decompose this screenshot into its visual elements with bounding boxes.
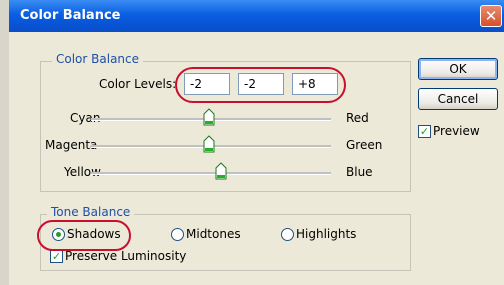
cancel-button[interactable]: Cancel (418, 88, 498, 110)
highlights-label[interactable]: Highlights (296, 227, 356, 241)
dialog-title: Color Balance (20, 8, 121, 23)
yellow-blue-slider-track[interactable] (91, 172, 331, 175)
title-bar: Color Balance ✕ (9, 0, 504, 32)
tone-balance-group-label: Tone Balance (47, 205, 135, 219)
color-levels-label: Color Levels: (99, 77, 177, 91)
midtones-label[interactable]: Midtones (186, 227, 241, 241)
checkmark-icon: ✓ (419, 125, 430, 138)
preserve-luminosity-checkbox[interactable]: ✓ (50, 250, 63, 263)
checkmark-icon: ✓ (51, 250, 62, 263)
color-balance-group-label: Color Balance (52, 52, 144, 66)
slider-thumb-icon[interactable] (203, 108, 215, 126)
midtones-radio[interactable] (171, 228, 184, 241)
slider-right-label-red: Red (346, 111, 369, 125)
preserve-luminosity-label[interactable]: Preserve Luminosity (65, 249, 186, 263)
ok-button[interactable]: OK (418, 58, 498, 80)
slider-right-label-blue: Blue (346, 165, 373, 179)
background-window-edge (0, 0, 9, 285)
highlights-radio[interactable] (281, 228, 294, 241)
color-levels-annotation (175, 67, 346, 103)
slider-right-label-green: Green (346, 138, 383, 152)
slider-thumb-icon[interactable] (215, 162, 227, 180)
slider-left-label-magenta: Magenta (45, 138, 98, 152)
preview-label[interactable]: Preview (433, 124, 480, 138)
shadows-annotation (37, 220, 131, 251)
color-balance-dialog: Color Balance ✕ Color Balance Color Leve… (9, 0, 504, 285)
slider-thumb-icon[interactable] (203, 135, 215, 153)
preview-checkbox[interactable]: ✓ (418, 125, 431, 138)
close-icon[interactable]: ✕ (480, 5, 502, 27)
